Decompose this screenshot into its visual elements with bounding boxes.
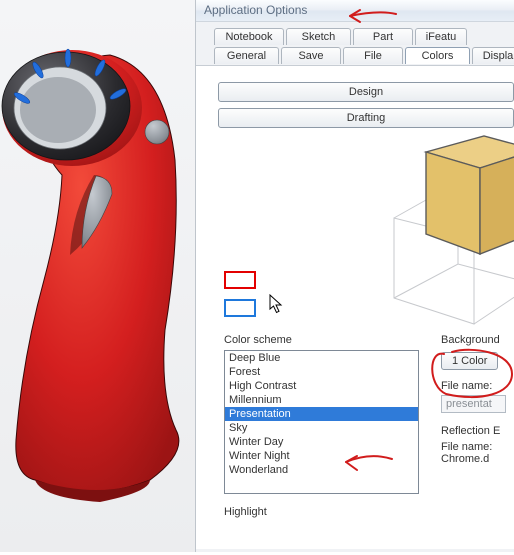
color-scheme-item[interactable]: Wonderland	[225, 463, 418, 477]
dialog-body: Design Drafting	[196, 65, 514, 549]
color-scheme-item[interactable]: Millennium	[225, 393, 418, 407]
background-label: Background	[441, 334, 500, 346]
color-scheme-item[interactable]: High Contrast	[225, 379, 418, 393]
tab-colors[interactable]: Colors	[405, 47, 470, 64]
color-scheme-item[interactable]: Winter Day	[225, 435, 418, 449]
color-scheme-item[interactable]: Presentation	[225, 407, 418, 421]
tab-part[interactable]: Part	[353, 28, 413, 45]
tab-notebook[interactable]: Notebook	[214, 28, 284, 45]
model-svg	[0, 0, 195, 552]
color-scheme-item[interactable]: Sky	[225, 421, 418, 435]
color-scheme-label: Color scheme	[224, 334, 292, 346]
tab-file[interactable]: File	[343, 47, 403, 64]
design-button[interactable]: Design	[218, 82, 514, 102]
tab-display[interactable]: Displa	[472, 47, 514, 64]
highlight-label: Highlight	[224, 506, 267, 518]
color-scheme-listbox[interactable]: Deep BlueForestHigh ContrastMillenniumPr…	[224, 350, 419, 494]
tab-row-1: Notebook Sketch Part iFeatu	[214, 28, 508, 45]
reflection-file-label: File name:	[441, 441, 514, 453]
tab-ifeature[interactable]: iFeatu	[415, 28, 467, 45]
tab-save[interactable]: Save	[281, 47, 341, 64]
viewport-3d[interactable]	[0, 0, 195, 552]
color-scheme-item[interactable]: Deep Blue	[225, 351, 418, 365]
color-scheme-item[interactable]: Forest	[225, 365, 418, 379]
background-file-input[interactable]	[441, 395, 506, 413]
cursor-icon	[269, 294, 287, 316]
reflection-label: Reflection E	[441, 425, 514, 437]
swatch-red[interactable]	[224, 271, 256, 289]
background-file-label: File name:	[441, 380, 514, 392]
cube-preview	[366, 106, 514, 326]
color-scheme-item[interactable]: Winter Night	[225, 449, 418, 463]
swatch-blue[interactable]	[224, 299, 256, 317]
dialog-title: Application Options	[196, 0, 514, 22]
tab-general[interactable]: General	[214, 47, 279, 64]
tab-row-2: General Save File Colors Displa	[214, 47, 508, 64]
background-mode-button[interactable]: 1 Color	[441, 352, 498, 370]
options-dialog: Application Options Notebook Sketch Part…	[195, 0, 514, 552]
background-group: Background 1 Color File name: Reflection…	[441, 334, 514, 465]
tab-sketch[interactable]: Sketch	[286, 28, 351, 45]
tabs-region: Notebook Sketch Part iFeatu General Save…	[196, 22, 514, 64]
color-scheme-group: Color scheme Deep BlueForestHigh Contras…	[224, 334, 419, 494]
reflection-file-value: Chrome.d	[441, 453, 489, 465]
swatches	[224, 271, 256, 327]
